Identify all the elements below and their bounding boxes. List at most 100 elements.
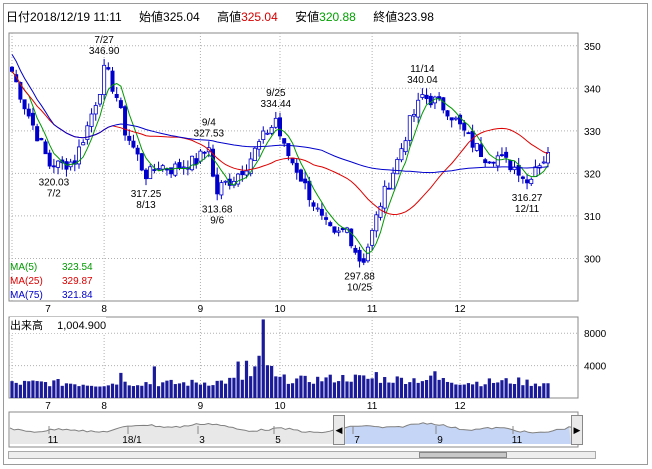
volume-bar: [207, 385, 211, 398]
volume-bar: [311, 383, 316, 398]
volume-bar: [483, 384, 487, 398]
candle-down: [449, 117, 454, 121]
volume-bar: [73, 384, 77, 398]
volume-bar: [22, 380, 27, 398]
candle-down: [39, 138, 44, 141]
volume-bar: [152, 366, 156, 398]
candle-up: [244, 170, 249, 176]
volume-bar: [102, 386, 106, 398]
month-tick-label: 7: [45, 401, 51, 412]
candle-up: [265, 132, 270, 135]
month-tick-label: 9: [198, 304, 204, 315]
volume-bar: [257, 355, 261, 398]
ma5-legend: MA(5) 323.54: [10, 262, 93, 273]
volume-value: 1,004.900: [57, 320, 107, 332]
candle-down: [131, 140, 136, 148]
candle-down: [491, 161, 496, 164]
volume-bar: [31, 380, 35, 398]
volume-bar: [437, 379, 441, 398]
volume-bar: [416, 382, 420, 398]
chevron-right-icon: ▶: [573, 425, 581, 435]
ma75-legend: MA(75) 321.84: [10, 290, 93, 301]
candle-up: [420, 94, 425, 98]
volume-bar: [131, 386, 136, 398]
volume-bar: [538, 386, 542, 398]
volume-bar: [177, 383, 182, 398]
stock-chart[interactable]: 300 310 320 330 340 350 4000 8000 7 7 8 8 9 9 10 10 11 11…: [0, 0, 652, 469]
candle-down: [106, 67, 111, 70]
candle-down: [445, 110, 450, 117]
volume-bar: [211, 385, 215, 398]
volume-bar: [85, 385, 89, 398]
candle-down: [169, 167, 174, 175]
volume-bar: [182, 382, 186, 398]
candle-down: [177, 162, 182, 169]
candle-down: [143, 169, 148, 180]
volume-bar: [240, 379, 244, 398]
month-tick-label: 8: [101, 304, 107, 315]
annotation-date: 11/14: [410, 64, 435, 75]
candle-up: [269, 127, 274, 134]
annotation-value: 320.03: [39, 177, 70, 188]
volume-bar: [496, 382, 500, 398]
month-tick-label: 9: [198, 401, 204, 412]
scrollbar-thumb[interactable]: [419, 452, 507, 458]
volume-bar: [253, 366, 257, 398]
volume-bar: [441, 378, 445, 398]
volume-bar: [115, 384, 119, 398]
volume-bar: [69, 383, 73, 398]
candle-down: [123, 106, 128, 136]
volume-bar: [512, 384, 517, 398]
candle-down: [22, 99, 27, 110]
candle-up: [336, 230, 341, 233]
volume-bar: [169, 379, 173, 398]
volume-bar: [307, 382, 311, 398]
navigator-right-handle[interactable]: ▶: [571, 415, 583, 445]
candle-up: [273, 117, 278, 128]
candle-down: [194, 158, 199, 165]
candle-up: [257, 141, 262, 150]
volume-bar: [194, 382, 198, 398]
candle-up: [382, 185, 387, 209]
volume-bar: [106, 385, 110, 398]
volume-bar: [148, 384, 152, 398]
volume-bar: [223, 383, 228, 398]
candle-down: [516, 164, 521, 176]
candle-down: [386, 187, 391, 190]
volume-bar: [98, 386, 102, 398]
price-tick-label: 320: [584, 169, 601, 180]
volume-bar: [345, 381, 349, 398]
candle-down: [508, 160, 513, 171]
volume-label-text: 出来高: [10, 320, 43, 332]
volume-bar: [462, 384, 466, 398]
volume-bar: [190, 379, 194, 398]
candle-down: [290, 157, 295, 164]
volume-bar: [261, 319, 265, 398]
annotation-value: 327.53: [194, 128, 225, 139]
candle-down: [110, 70, 115, 92]
candle-down: [487, 161, 492, 164]
range-scrollbar[interactable]: [8, 451, 596, 459]
candle-up: [315, 207, 320, 210]
ma25-legend: MA(25) 329.87: [10, 276, 93, 287]
volume-bar: [77, 386, 81, 398]
volume-bar: [14, 382, 18, 398]
volume-bar: [110, 383, 115, 398]
volume-bar: [43, 382, 48, 398]
volume-bar: [500, 380, 504, 398]
candle-down: [51, 165, 56, 168]
candle-down: [303, 178, 308, 184]
annotation-date: 9/25: [266, 88, 286, 99]
volume-bar: [244, 360, 249, 398]
month-tick-label: 8: [101, 401, 107, 412]
volume-bar: [353, 374, 357, 398]
volume-bar: [450, 382, 454, 398]
navigator-left-handle[interactable]: ◀: [333, 415, 345, 445]
volume-bar: [219, 380, 223, 398]
volume-bar: [144, 382, 148, 398]
candle-down: [424, 94, 429, 100]
volume-bar: [362, 375, 366, 398]
volume-bar: [349, 381, 353, 398]
candle-up: [474, 142, 479, 151]
candle-up: [81, 142, 86, 146]
